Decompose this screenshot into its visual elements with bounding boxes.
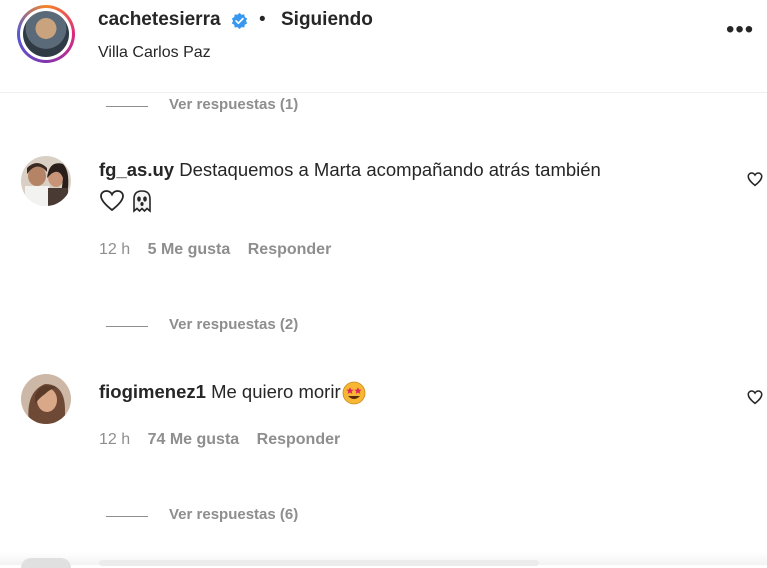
comment-time: 12 h <box>99 241 131 258</box>
more-options-icon[interactable]: ••• <box>726 18 754 42</box>
comment-username[interactable]: fg_as.uy <box>99 159 174 180</box>
comment-avatar[interactable] <box>21 374 71 424</box>
comment-meta: 12 h 74 Me gusta Responder <box>99 431 353 449</box>
view-replies-label: Ver respuestas (6) <box>169 506 299 523</box>
comment-likes-count[interactable]: 74 Me gusta <box>148 431 240 448</box>
post-username[interactable]: cachetesierra <box>98 9 221 31</box>
follow-status-button[interactable]: Siguiendo <box>281 9 373 31</box>
like-heart-icon[interactable] <box>746 170 764 188</box>
post-location[interactable]: Villa Carlos Paz <box>98 44 211 62</box>
comment-username[interactable]: fiogimenez1 <box>99 381 206 402</box>
star-struck-emoji <box>342 381 366 405</box>
comment-meta: 12 h 5 Me gusta Responder <box>99 241 344 259</box>
comment-text: Destaquemos a Marta acompañando atrás ta… <box>179 159 601 180</box>
view-replies-label: Ver respuestas (1) <box>169 96 299 113</box>
verified-badge-icon <box>231 12 248 29</box>
white-heart-emoji <box>100 190 124 212</box>
like-heart-icon[interactable] <box>746 388 764 406</box>
reply-button[interactable]: Responder <box>257 431 341 448</box>
comment-text: Me quiero morir <box>211 381 341 402</box>
replies-divider <box>106 326 148 327</box>
post-header: cachetesierra • Siguiendo Villa Carlos P… <box>0 0 767 93</box>
comment-avatar[interactable] <box>21 156 71 206</box>
view-replies-label: Ver respuestas (2) <box>169 316 299 333</box>
replies-divider <box>106 516 148 517</box>
reply-button[interactable]: Responder <box>248 241 332 258</box>
separator-dot: • <box>259 9 266 30</box>
ghost-emoji <box>133 190 151 213</box>
comment-time: 12 h <box>99 431 131 448</box>
comment-body: fiogimenez1 Me quiero morir <box>99 378 366 406</box>
comment-likes-count[interactable]: 5 Me gusta <box>148 241 231 258</box>
next-comment-cutoff <box>0 552 767 568</box>
comment-body: fg_as.uy Destaquemos a Marta acompañando… <box>99 156 601 184</box>
profile-avatar[interactable] <box>17 5 75 63</box>
comment-emoji-line <box>99 186 154 214</box>
replies-divider <box>106 106 148 107</box>
